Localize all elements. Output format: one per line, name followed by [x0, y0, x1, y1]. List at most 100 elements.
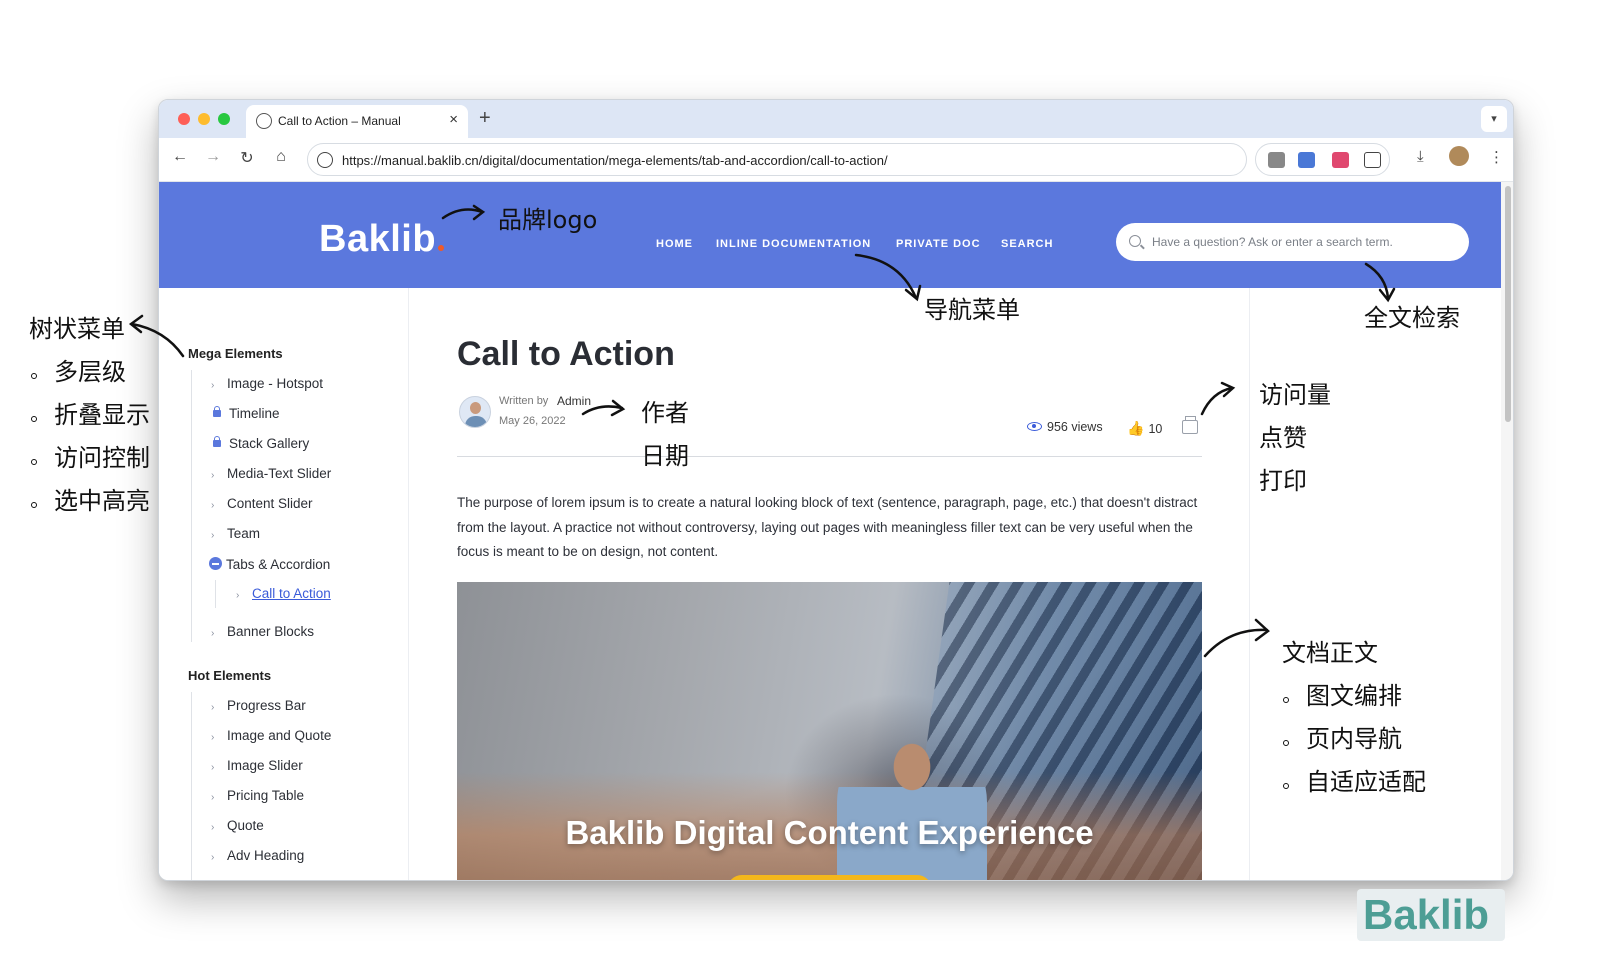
chevron-right-icon: › — [211, 470, 215, 481]
chevron-right-icon: › — [211, 500, 215, 511]
sidebar-item-tabs-accordion[interactable]: Tabs & Accordion — [209, 556, 330, 572]
hero-cta-button[interactable] — [727, 875, 932, 880]
tree-line — [191, 692, 192, 880]
sidebar-item-stack-gallery[interactable]: Stack Gallery — [211, 436, 309, 451]
address-bar[interactable]: https://manual.baklib.cn/digital/documen… — [307, 143, 1247, 176]
page-scrollbar[interactable] — [1501, 182, 1513, 880]
download-icon[interactable]: ⤓ — [1417, 148, 1424, 165]
nav-private-doc[interactable]: PRIVATE DOC — [896, 238, 981, 250]
chevron-right-icon: › — [211, 762, 215, 773]
browser-toolbar: ← → ↻ ⌂ https://manual.baklib.cn/digital… — [159, 138, 1513, 182]
view-count: 956 views — [1027, 420, 1103, 434]
forward-icon[interactable]: → — [202, 148, 224, 166]
bullet — [31, 502, 37, 508]
tab-search-chevron-icon[interactable]: ▾ — [1481, 106, 1507, 132]
sidebar-item-image-slider[interactable]: › Image Slider — [211, 758, 303, 773]
annotation-nav-menu: 导航菜单 — [924, 296, 1020, 324]
minimize-window-button[interactable] — [198, 113, 210, 125]
annotation-likes: 点赞 — [1259, 424, 1307, 452]
annotation-tree-point: 折叠显示 — [54, 401, 150, 429]
right-divider — [1249, 288, 1250, 880]
written-by-label: Written by — [499, 395, 549, 407]
annotation-tree-point: 选中高亮 — [54, 487, 150, 515]
search-input[interactable] — [1152, 232, 1452, 252]
annotation-tree-point: 访问控制 — [54, 444, 150, 472]
like-button[interactable]: 👍 10 — [1127, 420, 1162, 437]
nav-inline-documentation[interactable]: INLINE DOCUMENTATION — [716, 238, 871, 250]
annotation-doc-body: 文档正文 — [1282, 639, 1378, 667]
sidebar-group-hot-elements[interactable]: Hot Elements — [188, 668, 271, 683]
sidebar-item-content-slider[interactable]: › Content Slider — [211, 496, 313, 511]
search-icon — [1129, 235, 1141, 247]
sidebar-item-image-hotspot[interactable]: › Image - Hotspot — [211, 376, 323, 391]
scroll-thumb[interactable] — [1505, 186, 1511, 422]
annotation-doc-point: 自适应适配 — [1306, 768, 1426, 796]
annotation-print: 打印 — [1259, 467, 1307, 495]
annotation-doc-point: 页内导航 — [1306, 725, 1402, 753]
search-box — [1116, 223, 1469, 261]
sidebar-group-mega-elements[interactable]: Mega Elements — [188, 346, 283, 361]
home-icon[interactable]: ⌂ — [270, 148, 292, 166]
chevron-right-icon: › — [211, 702, 215, 713]
close-tab-icon[interactable]: × — [449, 111, 458, 128]
page-title: Call to Action — [457, 335, 675, 373]
annotation-date: 日期 — [641, 442, 689, 470]
brand-logo[interactable]: Baklib — [319, 218, 445, 261]
site-info-icon[interactable] — [317, 152, 333, 168]
thumbs-up-icon: 👍 — [1127, 420, 1145, 436]
bullet — [1283, 740, 1289, 746]
back-icon[interactable]: ← — [169, 148, 191, 166]
translate-extension-icon[interactable] — [1298, 152, 1315, 168]
bullet — [1283, 783, 1289, 789]
eye-icon — [1027, 422, 1042, 431]
article-body: The purpose of lorem ipsum is to create … — [457, 495, 1198, 559]
maximize-window-button[interactable] — [218, 113, 230, 125]
chevron-right-icon: › — [211, 628, 215, 639]
sidebar-item-banner-blocks[interactable]: › Banner Blocks — [211, 624, 314, 639]
puzzle-extension-icon[interactable] — [1364, 152, 1381, 168]
subtree-line — [215, 580, 216, 608]
print-icon[interactable] — [1182, 416, 1198, 434]
nav-home[interactable]: HOME — [656, 238, 693, 250]
new-tab-button[interactable]: + — [479, 107, 491, 130]
publish-date: May 26, 2022 — [499, 415, 566, 427]
profile-avatar[interactable] — [1449, 146, 1469, 166]
sidebar-item-pricing-table[interactable]: › Pricing Table — [211, 788, 304, 803]
minus-circle-icon[interactable] — [209, 557, 222, 570]
chevron-right-icon: › — [211, 792, 215, 803]
chevron-right-icon: › — [211, 822, 215, 833]
hero-image: Baklib Digital Content Experience — [457, 582, 1202, 880]
sidebar-item-media-text-slider[interactable]: › Media-Text Slider — [211, 466, 331, 481]
sidebar-item-team[interactable]: › Team — [211, 526, 260, 541]
annotation-fulltext-search: 全文检索 — [1364, 304, 1460, 332]
extensions-group — [1255, 143, 1390, 176]
watermark-text: Baklib — [1363, 891, 1490, 938]
nav-search[interactable]: SEARCH — [1001, 238, 1053, 250]
camera-extension-icon[interactable] — [1268, 152, 1285, 168]
sidebar-item-quote[interactable]: › Quote — [211, 818, 264, 833]
menu-kebab-icon[interactable]: ⋮ — [1489, 148, 1504, 166]
sidebar-item-call-to-action[interactable]: › Call to Action — [236, 586, 331, 601]
meta-divider — [457, 456, 1202, 457]
bullet — [31, 416, 37, 422]
chevron-right-icon: › — [211, 852, 215, 863]
bullet — [31, 373, 37, 379]
close-window-button[interactable] — [178, 113, 190, 125]
url-text: https://manual.baklib.cn/digital/documen… — [342, 153, 888, 168]
image-extension-icon[interactable] — [1332, 152, 1349, 168]
sidebar-item-image-and-quote[interactable]: › Image and Quote — [211, 728, 331, 743]
sidebar-item-timeline[interactable]: Timeline — [211, 406, 280, 421]
lock-icon — [213, 436, 221, 447]
author-avatar — [459, 396, 491, 428]
arrowhead-tree-menu — [128, 314, 144, 334]
browser-tab[interactable]: Call to Action – Manual × — [246, 105, 468, 138]
annotation-doc-point: 图文编排 — [1306, 682, 1402, 710]
sidebar-item-adv-heading[interactable]: › Adv Heading — [211, 848, 304, 863]
lock-icon — [213, 406, 221, 417]
tab-title: Call to Action – Manual — [278, 114, 401, 128]
annotation-tree-point: 多层级 — [54, 358, 126, 386]
tab-bar: Call to Action – Manual × + ▾ — [159, 100, 1513, 138]
reload-icon[interactable]: ↻ — [236, 148, 258, 168]
author-name[interactable]: Admin — [557, 394, 591, 408]
sidebar-item-progress-bar[interactable]: › Progress Bar — [211, 698, 306, 713]
